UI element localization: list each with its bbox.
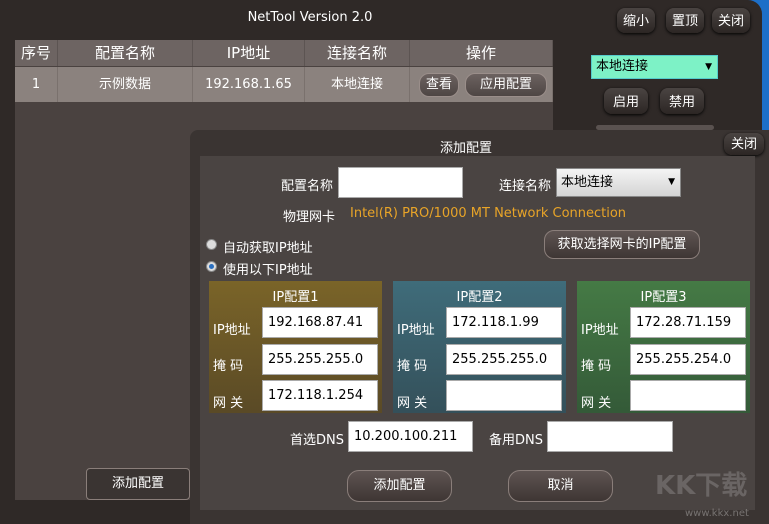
dialog-cancel-button[interactable]: 取消 [508, 470, 613, 502]
add-config-main-button[interactable]: 添加配置 [86, 468, 190, 500]
config-name-label: 配置名称 [281, 179, 334, 194]
dialog-connection-value: 本地连接 [561, 175, 614, 190]
enable-button[interactable]: 启用 [604, 88, 648, 114]
gateway-label: 网 关 [581, 396, 612, 411]
connection-select-value: 本地连接 [596, 59, 649, 74]
dialog-connection-select[interactable]: 本地连接 ▼ [556, 168, 681, 197]
dialog-add-button[interactable]: 添加配置 [347, 470, 452, 502]
gateway-label: 网 关 [397, 396, 428, 411]
mask-input[interactable]: 255.255.255.0 [262, 344, 378, 375]
ip-input[interactable]: 172.28.71.159 [630, 307, 746, 338]
view-button[interactable]: 查看 [419, 73, 459, 97]
dropdown-arrow-icon: ▼ [668, 177, 675, 187]
dns2-input[interactable] [547, 421, 673, 452]
mask-label: 掩 码 [213, 359, 244, 374]
ip-config-title: IP配置1 [272, 290, 319, 305]
header-index: 序号 [15, 40, 58, 66]
connection-select[interactable]: 本地连接 ▼ [591, 55, 718, 79]
header-name: 配置名称 [58, 40, 193, 66]
ip-label: IP地址 [213, 323, 251, 338]
header-connection: 连接名称 [305, 40, 410, 66]
dialog-close-button[interactable]: 关闭 [724, 133, 764, 155]
apply-config-button[interactable]: 应用配置 [465, 73, 547, 97]
ip-config-panel-1: IP配置1 IP地址 192.168.87.41 掩 码 255.255.255… [209, 281, 382, 413]
cell-ip: 192.168.1.65 [193, 67, 305, 102]
cell-name: 示例数据 [58, 67, 193, 102]
radio-auto-ip[interactable] [206, 239, 217, 250]
mask-label: 掩 码 [581, 359, 612, 374]
connection-label: 连接名称 [499, 179, 552, 194]
ip-label: IP地址 [397, 323, 435, 338]
cell-index: 1 [15, 67, 58, 102]
watermark-logo: KK下载 [655, 471, 748, 501]
watermark-url: www.kkx.net [685, 508, 749, 519]
dns2-label: 备用DNS [489, 433, 543, 448]
config-name-input[interactable] [338, 167, 463, 198]
gateway-input[interactable] [446, 380, 562, 411]
cell-connection: 本地连接 [305, 67, 410, 102]
dns1-label: 首选DNS [290, 433, 344, 448]
window-title: NetTool Version 2.0 [247, 10, 373, 25]
radio-manual-ip[interactable] [206, 261, 217, 272]
minimize-button[interactable]: 缩小 [617, 8, 655, 33]
header-ip: IP地址 [193, 40, 305, 66]
dropdown-arrow-icon: ▼ [705, 62, 712, 72]
ip-config-panel-2: IP配置2 IP地址 172.118.1.99 掩 码 255.255.255.… [393, 281, 566, 413]
pin-button[interactable]: 置顶 [666, 8, 704, 33]
ip-input[interactable]: 192.168.87.41 [262, 307, 378, 338]
radio-auto-label: 自动获取IP地址 [223, 241, 313, 256]
nic-label: 物理网卡 [283, 210, 336, 225]
fetch-nic-config-button[interactable]: 获取选择网卡的IP配置 [544, 230, 700, 259]
disable-button[interactable]: 禁用 [660, 88, 704, 114]
mask-label: 掩 码 [397, 359, 428, 374]
mask-input[interactable]: 255.255.255.0 [446, 344, 562, 375]
ip-input[interactable]: 172.118.1.99 [446, 307, 562, 338]
dns1-input[interactable]: 10.200.100.211 [348, 421, 473, 452]
ip-config-title: IP配置2 [456, 290, 503, 305]
ip-label: IP地址 [581, 323, 619, 338]
gateway-input[interactable]: 172.118.1.254 [262, 380, 378, 411]
ip-config-title: IP配置3 [640, 290, 687, 305]
radio-manual-label: 使用以下IP地址 [223, 263, 313, 278]
nic-value: Intel(R) PRO/1000 MT Network Connection [350, 206, 627, 221]
gateway-label: 网 关 [213, 396, 244, 411]
dialog-title: 添加配置 [439, 141, 492, 156]
close-button[interactable]: 关闭 [712, 8, 750, 33]
ip-config-panel-3: IP配置3 IP地址 172.28.71.159 掩 码 255.255.254… [577, 281, 750, 413]
gateway-input[interactable] [630, 380, 746, 411]
mask-input[interactable]: 255.255.254.0 [630, 344, 746, 375]
header-actions: 操作 [410, 40, 553, 66]
